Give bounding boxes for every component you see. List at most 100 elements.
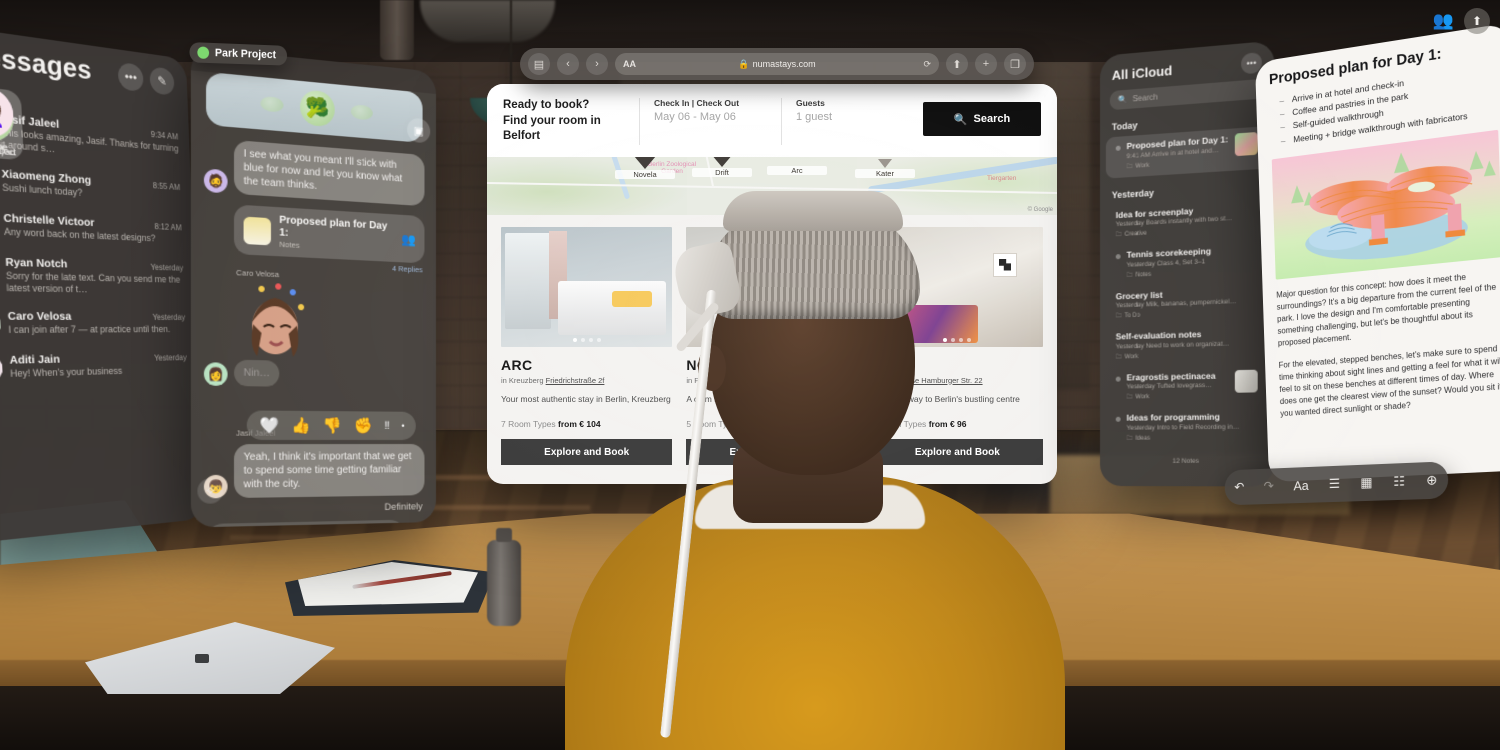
conversation-list: 👦 Jasif Jaleel 9:34 AM This looks amazin…: [0, 94, 199, 391]
attachment-card[interactable]: Proposed plan for Day 1: Notes 👥: [234, 204, 425, 264]
conversation-window[interactable]: 🥦 ▣ 🧔 I see what you meant I'll stick wi…: [190, 46, 436, 528]
search-icon: 🔍: [1117, 94, 1128, 105]
folder-label: To Do: [1124, 312, 1141, 320]
location-prefix: in Kreuzberg: [501, 375, 544, 385]
tapback-menu[interactable]: 🤍 👍 👎 ✊ ‼ •: [246, 410, 417, 440]
note-thumbnail: [1234, 369, 1258, 393]
conversation-tab-label: Park Project: [214, 47, 277, 62]
reload-icon[interactable]: ⟳: [923, 59, 931, 70]
pin-bullet-icon: [1115, 416, 1121, 422]
note-detail-window[interactable]: Proposed plan for Day 1: – Arrive in at h…: [1254, 22, 1500, 483]
messages-window[interactable]: Messages ••• ✎ 🥰 Mom & Dad 🥦 Park Projec…: [0, 24, 204, 544]
search-input[interactable]: AA 🔒 numastays.com ⟳: [615, 53, 939, 75]
guests-label: Guests: [796, 98, 825, 108]
note-list-item[interactable]: Tennis scorekeeping Yesterday Class 4, S…: [1106, 238, 1268, 286]
redo-icon[interactable]: ↷: [1264, 478, 1274, 494]
avatar: 👩: [203, 362, 228, 386]
pin-bullet-icon: [1115, 254, 1121, 260]
person-badge-icon[interactable]: 👥: [1433, 11, 1454, 31]
folder-label: Ideas: [1135, 435, 1151, 442]
folder-label: Work: [1124, 353, 1139, 360]
tabs-icon[interactable]: ❐: [1004, 53, 1026, 75]
note-paragraph-1: Major question for this concept: how doe…: [1276, 272, 1497, 348]
map-pin-drift[interactable]: Drift: [692, 156, 752, 177]
text-format-icon[interactable]: Aa: [1294, 477, 1309, 492]
guests-field[interactable]: Guests 1 guest: [796, 98, 909, 123]
share-icon[interactable]: ⬆: [1464, 8, 1490, 34]
message-bubble-partial[interactable]: Nin…: [234, 359, 280, 387]
list-item[interactable]: 👩‍🦰 Caro Velosa Yesterday I can join aft…: [0, 302, 190, 347]
folder-icon: 🗀: [1115, 353, 1122, 361]
search-icon: 🔍: [953, 113, 968, 126]
checklist-icon[interactable]: ☰: [1329, 476, 1340, 492]
message-bubble[interactable]: I see what you meant I'll stick with blu…: [234, 139, 425, 207]
message-bubble[interactable]: Yeah, I think it's important that we get…: [234, 444, 425, 499]
map-pin-label: Novela: [615, 169, 675, 179]
note-title: Ideas for programming: [1126, 411, 1220, 423]
conversation-tab[interactable]: Park Project: [189, 42, 288, 66]
note-icon: [243, 216, 271, 245]
search-button-label: Search: [973, 113, 1011, 125]
timestamp: 9:34 AM: [150, 129, 179, 142]
note-subtitle: Yesterday Tufted lovegrass…: [1126, 381, 1212, 391]
note-list-item[interactable]: Eragrostis pectinacea Yesterday Tufted l…: [1106, 364, 1268, 408]
folder-label: Work: [1135, 162, 1150, 170]
contact-name: Aditi Jain: [9, 353, 61, 367]
notes-list-window[interactable]: All iCloud ••• 🔍 Search Today Proposed p…: [1100, 40, 1275, 487]
tapback-fist-icon[interactable]: ✊: [354, 416, 373, 434]
map-pin-arc[interactable]: Arc: [767, 165, 827, 175]
media-icon[interactable]: ☷: [1393, 473, 1405, 490]
ellipsis-icon[interactable]: •••: [117, 61, 144, 92]
note-list-item[interactable]: Ideas for programming Yesterday Intro to…: [1106, 406, 1268, 449]
note-illustration[interactable]: [1271, 129, 1500, 280]
conversation-header: 🥦 ▣: [206, 71, 431, 144]
note-folder: 🗀 Work: [1116, 348, 1258, 362]
tapback-thumbsdown-icon[interactable]: 👎: [323, 416, 342, 435]
tapback-question-icon[interactable]: •: [401, 421, 404, 431]
tapback-thumbsup-icon[interactable]: 👍: [291, 416, 310, 435]
tapback-heart-icon[interactable]: 🤍: [259, 416, 279, 435]
share-icon[interactable]: ⬆: [946, 53, 968, 75]
search-button[interactable]: 🔍 Search: [923, 102, 1041, 136]
map-pin-kater[interactable]: Kater: [855, 158, 915, 178]
compose-icon[interactable]: ✎: [149, 65, 175, 96]
person-wearing-headset: [565, 185, 1065, 750]
pin-marker-icon: [711, 156, 733, 167]
safari-toolbar[interactable]: ▤ ‹ › AA 🔒 numastays.com ⟳ ⬆ + ❐: [520, 48, 1034, 80]
note-list-item[interactable]: Grocery list Yesterday Milk, bananas, pu…: [1106, 280, 1268, 327]
tapback-exclaim-icon[interactable]: ‼: [384, 420, 389, 432]
video-camera-icon[interactable]: ▣: [407, 117, 431, 144]
folder-icon: 🗀: [1126, 272, 1133, 279]
pin-bullet-icon: [1115, 145, 1121, 151]
timestamp: Yesterday: [150, 262, 184, 273]
message-row-partial: 👩 Nin…: [191, 357, 436, 395]
plus-icon[interactable]: +: [975, 53, 997, 75]
notes-list-title: All iCloud: [1111, 62, 1173, 83]
sidebar-icon[interactable]: ▤: [528, 53, 550, 75]
chevron-right-icon[interactable]: ›: [586, 53, 608, 75]
note-paragraph-2: For the elevated, stepped benches, let's…: [1278, 343, 1500, 418]
url-text: 🔒 numastays.com: [738, 59, 815, 70]
markup-icon[interactable]: ⊕: [1426, 472, 1437, 489]
checkin-checkout-field[interactable]: Check In | Check Out May 06 - May 06: [654, 98, 767, 123]
note-list-item[interactable]: Self-evaluation notes Yesterday Need to …: [1106, 322, 1268, 368]
room-types: 7 Room Types: [501, 419, 556, 430]
table-icon[interactable]: ▦: [1360, 474, 1372, 491]
message-preview: Sorry for the late text. Can you send me…: [5, 269, 181, 295]
chevron-left-icon[interactable]: ‹: [557, 53, 579, 75]
guests-value: 1 guest: [796, 111, 833, 123]
note-folder: 🗀 Work: [1127, 391, 1229, 403]
map-pin-novela[interactable]: Novela: [615, 156, 675, 179]
list-item[interactable]: 😎 Ryan Notch Yesterday Sorry for the lat…: [0, 246, 188, 304]
list-item[interactable]: 👩‍🦳 Aditi Jain Yesterday Hey! When's you…: [0, 344, 191, 391]
undo-icon[interactable]: ↶: [1234, 479, 1244, 495]
note-thumbnail: [1234, 131, 1258, 157]
contact-name: Caro Velosa: [7, 309, 72, 324]
text-size-button[interactable]: AA: [623, 59, 636, 69]
pinned-item-jasmine[interactable]: 👩‍🦱 Jasmine: [0, 84, 23, 154]
avatar: 👩‍🦳: [0, 353, 3, 384]
water-bottle: [487, 528, 521, 626]
folder-label: Work: [1135, 394, 1150, 401]
booking-headline: Ready to book? Find your room in Belfort: [503, 99, 601, 143]
lock-icon: 🔒: [738, 58, 750, 69]
